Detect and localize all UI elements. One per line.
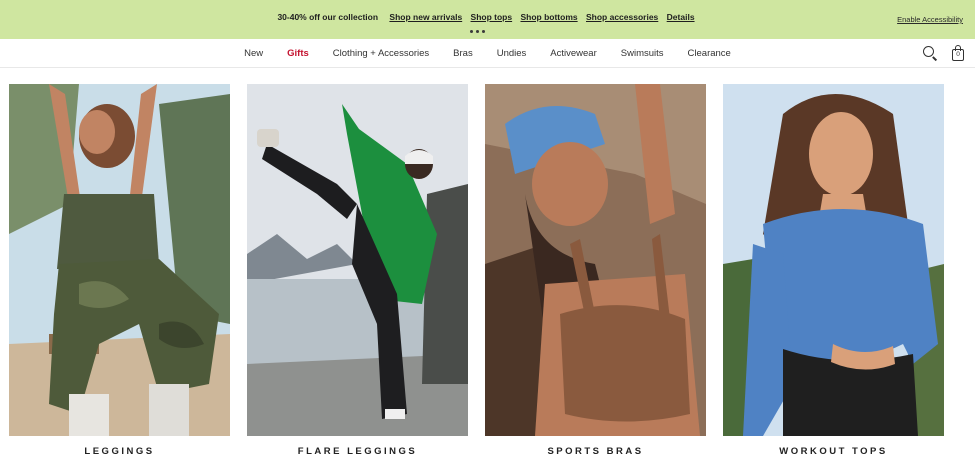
promo-row: 30-40% off our collection Shop new arriv… xyxy=(0,12,975,22)
category-tile-flare-leggings[interactable] xyxy=(247,84,468,436)
carousel-dot[interactable] xyxy=(482,30,485,33)
nav-item-swimsuits[interactable]: Swimsuits xyxy=(621,48,664,59)
nav-item-clearance[interactable]: Clearance xyxy=(688,48,731,59)
shop-new-arrivals-link[interactable]: Shop new arrivals xyxy=(389,12,462,22)
main-nav: New Gifts Clothing + Accessories Bras Un… xyxy=(0,39,975,68)
leggings-photo xyxy=(9,84,230,436)
search-icon-lens xyxy=(923,46,934,57)
shop-bottoms-link[interactable]: Shop bottoms xyxy=(520,12,577,22)
carousel-dots[interactable] xyxy=(470,30,485,33)
tile-label-sports-bras[interactable]: SPORTS BRAS xyxy=(485,446,706,457)
details-link[interactable]: Details xyxy=(667,12,695,22)
nav-links: New Gifts Clothing + Accessories Bras Un… xyxy=(0,48,975,59)
shopping-bag-icon[interactable]: 0 xyxy=(949,44,967,62)
search-icon[interactable] xyxy=(921,44,939,62)
carousel-dot[interactable] xyxy=(470,30,473,33)
enable-accessibility-link[interactable]: Enable Accessibility xyxy=(897,15,963,24)
search-icon-handle xyxy=(932,56,938,61)
carousel-dot[interactable] xyxy=(476,30,479,33)
tile-label-leggings[interactable]: LEGGINGS xyxy=(9,446,230,457)
shop-accessories-link[interactable]: Shop accessories xyxy=(586,12,658,22)
nav-item-gifts[interactable]: Gifts xyxy=(287,48,309,59)
workout-tops-photo xyxy=(723,84,944,436)
category-tile-sports-bras[interactable] xyxy=(485,84,706,436)
nav-item-bras[interactable]: Bras xyxy=(453,48,473,59)
nav-item-new[interactable]: New xyxy=(244,48,263,59)
nav-item-undies[interactable]: Undies xyxy=(497,48,527,59)
tile-label-flare-leggings[interactable]: FLARE LEGGINGS xyxy=(247,446,468,457)
tile-label-workout-tops[interactable]: WORKOUT TOPS xyxy=(723,446,944,457)
bag-count: 0 xyxy=(956,51,960,58)
promo-message: 30-40% off our collection xyxy=(277,12,379,22)
category-tile-workout-tops[interactable] xyxy=(723,84,944,436)
nav-icons: 0 xyxy=(921,44,967,62)
sports-bras-photo xyxy=(485,84,706,436)
nav-item-clothing-accessories[interactable]: Clothing + Accessories xyxy=(333,48,429,59)
promo-banner: 30-40% off our collection Shop new arriv… xyxy=(0,0,975,39)
category-tile-leggings[interactable] xyxy=(9,84,230,436)
flare-leggings-photo xyxy=(247,84,468,436)
nav-item-activewear[interactable]: Activewear xyxy=(550,48,596,59)
shop-tops-link[interactable]: Shop tops xyxy=(471,12,513,22)
